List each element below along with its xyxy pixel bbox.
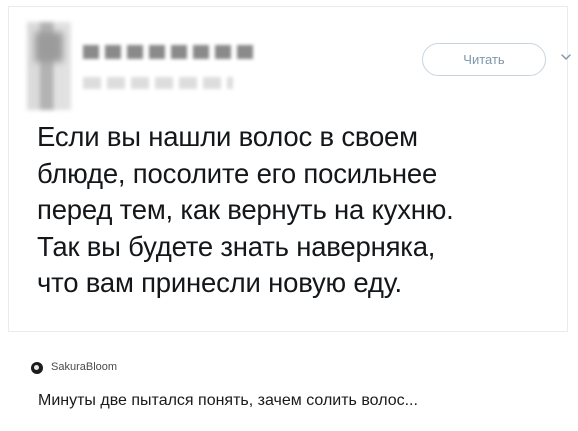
- comment-text: Минуты две пытался понять, зачем солить …: [38, 392, 418, 409]
- blurred-display-name: [83, 45, 253, 59]
- avatar[interactable]: [31, 362, 43, 374]
- comment-section: SakuraBloom Минуты две пытался понять, з…: [0, 340, 578, 431]
- chevron-down-icon[interactable]: [560, 51, 572, 63]
- follow-button[interactable]: Читать: [422, 43, 546, 76]
- comment-author[interactable]: SakuraBloom: [51, 361, 117, 373]
- tweet-card: Читать Если вы нашли волос в своем блюде…: [8, 6, 571, 332]
- tweet-text: Если вы нашли волос в своем блюде, посол…: [37, 121, 454, 298]
- blurred-handle: [83, 77, 233, 89]
- blurred-avatar: [27, 22, 71, 110]
